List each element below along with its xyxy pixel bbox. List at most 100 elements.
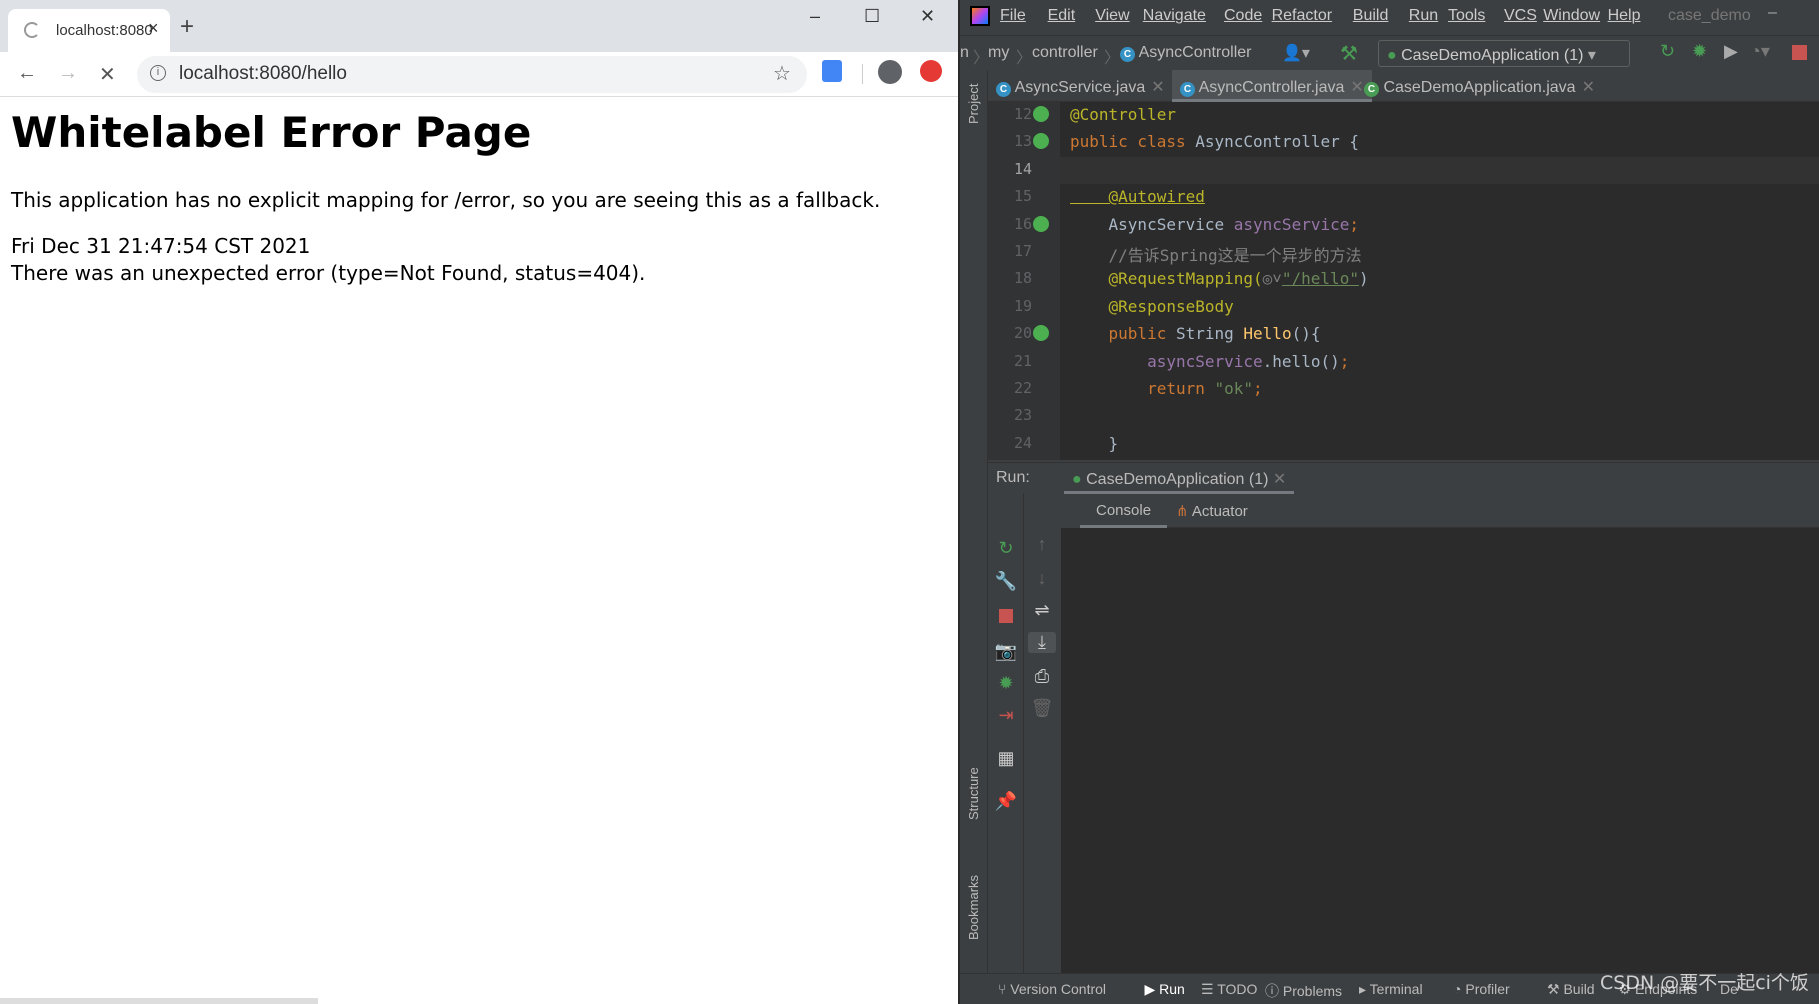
trash-icon[interactable]: 🗑 (1024, 698, 1060, 719)
back-button[interactable]: ← (17, 62, 37, 85)
code-token: //告诉Spring这是一个异步的方法 (1070, 246, 1362, 265)
login-icon[interactable]: ⇥ (988, 705, 1024, 726)
camera-icon[interactable]: 📷 (988, 641, 1024, 662)
menu-refactor[interactable]: Refactor (1272, 7, 1332, 25)
debug-icon[interactable]: ✹ (1692, 41, 1707, 62)
pin-icon[interactable]: 📌 (988, 791, 1024, 812)
breadcrumb-class[interactable]: C AsyncController (1120, 44, 1252, 62)
up-arrow-icon[interactable]: ↑ (1024, 534, 1060, 555)
code-token: @RequestMapping( (1070, 269, 1263, 289)
translate-extension-icon[interactable] (822, 60, 842, 82)
code-token: ; (1349, 214, 1359, 234)
run-configuration-select[interactable]: ● CaseDemoApplication (1) ▾ (1378, 40, 1630, 67)
spring-boot-icon: ● (1072, 471, 1082, 488)
run-tab-close[interactable]: ✕ (1273, 471, 1286, 488)
editor-tab[interactable]: C AsyncService.java ✕ (988, 70, 1173, 102)
actuator-tab[interactable]: ⋔ Actuator (1176, 502, 1248, 520)
soft-wrap-icon[interactable]: ⇌ (1024, 600, 1060, 621)
breadcrumb-item[interactable]: n (960, 44, 969, 62)
current-line-highlight (1060, 156, 1819, 184)
menu-tools[interactable]: Tools (1448, 7, 1485, 25)
menu-window[interactable]: Window (1543, 7, 1600, 25)
code-line: @ResponseBody (1070, 297, 1234, 316)
page-heading: Whitelabel Error Page (11, 108, 532, 157)
layout-icon[interactable]: ▦ (988, 748, 1024, 769)
status-profiler[interactable]: ◔ Profiler (1453, 981, 1510, 997)
menu-navigate[interactable]: Navigate (1143, 7, 1206, 25)
address-bar[interactable]: i localhost:8080/hello ☆ (137, 56, 807, 93)
console-toolbar: ↑ ↓ ⇌ ⤓ ⎙ 🗑 (1024, 528, 1061, 973)
console-output[interactable] (1061, 528, 1819, 973)
stop-button[interactable]: ✕ (99, 62, 116, 87)
menu-code[interactable]: Code (1224, 7, 1262, 25)
menu-run[interactable]: Run (1409, 7, 1438, 25)
status-problems[interactable]: ⓘ Problems (1265, 981, 1342, 1001)
project-tool-button[interactable]: Project (966, 84, 981, 124)
bookmark-star-icon[interactable]: ☆ (773, 61, 791, 86)
autowired-icon[interactable] (1033, 215, 1049, 232)
rerun-icon[interactable]: ↻ (988, 538, 1024, 559)
editor-tab[interactable]: C CaseDemoApplication.java ✕ (1356, 70, 1603, 102)
horizontal-scrollbar[interactable] (0, 998, 318, 1004)
scroll-to-end-icon[interactable]: ⤓ (1028, 632, 1056, 653)
new-tab-button[interactable]: + (180, 13, 194, 41)
editor-tab-close[interactable]: ✕ (1151, 79, 1164, 96)
menu-help[interactable]: Help (1608, 7, 1641, 25)
web-endpoint-icon[interactable] (1033, 325, 1049, 342)
tab-close-button[interactable]: × (148, 18, 159, 39)
navigation-bar: n 〉 my 〉 controller 〉 C AsyncController … (960, 35, 1819, 70)
vcs-user-icon[interactable]: 👤▾ (1282, 43, 1310, 63)
code-line: @Autowired (1070, 187, 1205, 206)
line-number: 20 (1013, 324, 1032, 343)
breadcrumb-item[interactable]: my (988, 44, 1009, 62)
code-token: "/hello" (1281, 269, 1359, 289)
structure-tool-button[interactable]: Structure (966, 767, 981, 820)
url-text[interactable]: localhost:8080/hello (179, 63, 347, 85)
profiler-icon: ◔ (1453, 981, 1466, 997)
line-number: 14 (1013, 159, 1032, 178)
minimize-ide-button[interactable]: – (1768, 4, 1777, 22)
console-tab[interactable]: Console (1080, 493, 1168, 528)
print-icon[interactable]: ⎙ (1024, 666, 1060, 687)
editor-tab-close[interactable]: ✕ (1582, 79, 1595, 96)
build-hammer-icon[interactable]: ⚒ (1340, 41, 1358, 66)
status-version-control[interactable]: ⑂ Version Control (998, 981, 1106, 997)
status-todo[interactable]: ☰ TODO (1201, 981, 1257, 998)
stop-icon[interactable] (988, 607, 1024, 628)
code-line: public class AsyncController { (1070, 132, 1359, 151)
maximize-button[interactable]: ☐ (864, 6, 880, 27)
menu-view[interactable]: View (1095, 7, 1129, 25)
line-number: 22 (1013, 379, 1032, 397)
status-label: TODO (1217, 981, 1258, 997)
code-editor[interactable]: @Controller public class AsyncController … (1060, 102, 1819, 460)
profile-avatar-icon[interactable] (878, 60, 902, 84)
update-extension-icon[interactable] (920, 60, 942, 82)
settings-wrench-icon[interactable]: 🔧 (988, 571, 1024, 592)
bookmarks-tool-button[interactable]: Bookmarks (966, 875, 981, 940)
menu-vcs[interactable]: VCS (1504, 7, 1537, 25)
status-run[interactable]: ▶ Run (1145, 981, 1185, 998)
bean-class-icon[interactable] (1033, 133, 1049, 150)
debug-attach-icon[interactable]: ✹ (988, 673, 1024, 694)
browser-tab[interactable]: localhost:8080 × (8, 9, 170, 52)
stop-icon[interactable] (1792, 45, 1807, 60)
code-line: asyncService.hello(); (1070, 352, 1349, 371)
down-arrow-icon[interactable]: ↓ (1024, 568, 1060, 589)
menu-build[interactable]: Build (1353, 7, 1389, 25)
status-terminal[interactable]: ▸ Terminal (1359, 981, 1423, 998)
info-icon[interactable]: i (150, 65, 166, 81)
minimize-button[interactable]: – (810, 6, 820, 27)
bean-icon[interactable] (1033, 106, 1049, 122)
editor-tab[interactable]: C AsyncController.java ✕ (1172, 70, 1372, 102)
breadcrumb-item[interactable]: controller (1032, 44, 1098, 62)
status-build[interactable]: ⚒ Build (1547, 981, 1595, 998)
run-tab[interactable]: ● CaseDemoApplication (1) ✕ (1064, 463, 1295, 494)
rerun-icon[interactable]: ↻ (1660, 41, 1675, 62)
menu-edit[interactable]: Edit (1048, 7, 1076, 25)
coverage-icon[interactable]: ▶ (1724, 41, 1738, 62)
menu-file[interactable]: File (1000, 7, 1026, 25)
code-line: @Controller (1070, 105, 1176, 124)
forward-button[interactable]: → (58, 62, 78, 85)
profile-icon[interactable]: ◔▾ (1750, 41, 1770, 62)
close-window-button[interactable]: ✕ (920, 6, 935, 27)
